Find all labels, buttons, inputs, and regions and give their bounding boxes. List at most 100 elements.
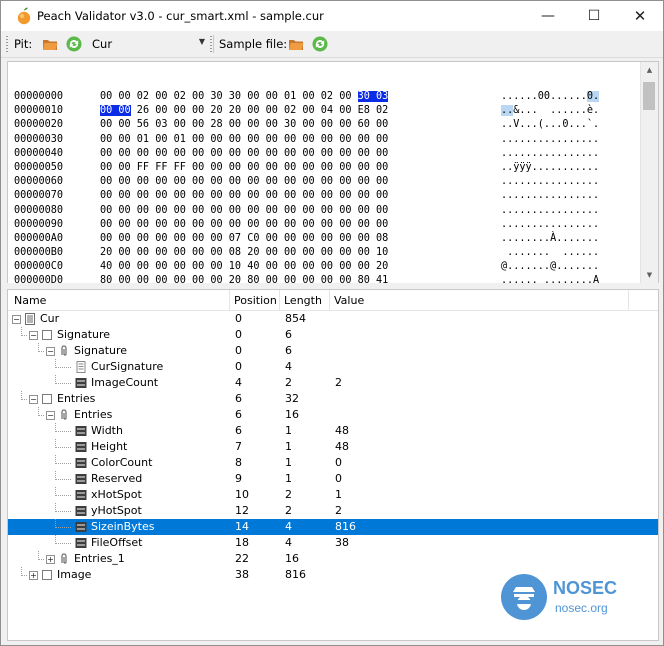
tree-row[interactable]: ImageCount 4 2 2 xyxy=(8,375,658,391)
hex-ascii[interactable]: ........À....... xyxy=(501,232,599,246)
scroll-up-icon[interactable]: ▲ xyxy=(641,62,658,79)
toolbar: Pit: Cur ▼ Sample file: xyxy=(1,31,663,58)
column-header-position[interactable]: Position xyxy=(234,294,277,307)
hex-ascii[interactable]: ................ xyxy=(501,189,599,203)
refresh-icon[interactable] xyxy=(65,35,83,53)
hex-ascii[interactable]: ..&... ......è. xyxy=(501,104,599,118)
selected-bytes: 00 00 xyxy=(100,105,131,117)
tree-row[interactable]: − Entries 6 16 xyxy=(8,407,658,423)
selected-ascii: 0. xyxy=(586,91,600,102)
tree-row[interactable]: − Entries 6 32 xyxy=(8,391,658,407)
tree-row[interactable]: ColorCount 8 1 0 xyxy=(8,455,658,471)
tree-node-value: 1 xyxy=(335,488,342,501)
collapse-icon[interactable]: − xyxy=(46,411,55,420)
tree-row[interactable]: xHotSpot 10 2 1 xyxy=(8,487,658,503)
hex-ascii[interactable]: ................ xyxy=(501,175,599,189)
folder-open-icon[interactable] xyxy=(287,35,305,53)
hex-ascii[interactable]: ................ xyxy=(501,133,599,147)
tree-row[interactable]: Reserved 9 1 0 xyxy=(8,471,658,487)
tree-node-name: Signature xyxy=(57,328,111,341)
hex-bytes[interactable]: 00 00 56 03 00 00 28 00 00 00 30 00 00 0… xyxy=(100,118,388,132)
hex-bytes[interactable]: 00 00 01 00 01 00 00 00 00 00 00 00 00 0… xyxy=(100,133,388,147)
chevron-down-icon[interactable]: ▼ xyxy=(199,37,205,46)
tree-node-position: 9 xyxy=(235,472,242,485)
selected-ascii: .. xyxy=(501,105,514,117)
selected-bytes: 30 03 xyxy=(357,91,389,102)
tree-row[interactable]: Height 7 1 48 xyxy=(8,439,658,455)
refresh-icon[interactable] xyxy=(311,35,329,53)
tree-node-position: 14 xyxy=(235,520,249,533)
column-header-name[interactable]: Name xyxy=(14,294,46,307)
hex-offset: 000000B0 xyxy=(14,247,64,259)
tree-row[interactable]: − Signature 0 6 xyxy=(8,343,658,359)
tree-row[interactable]: SizeinBytes 14 4 816 xyxy=(8,519,658,535)
tree-row[interactable]: − Signature 0 6 xyxy=(8,327,658,343)
tree-node-value: 38 xyxy=(335,536,349,549)
hex-bytes[interactable]: 00 00 00 00 00 00 00 07 C0 00 00 00 00 0… xyxy=(100,232,388,246)
number-icon xyxy=(75,377,87,389)
tree-node-position: 6 xyxy=(235,392,242,405)
tree-node-name: Reserved xyxy=(91,472,143,485)
tree-connector xyxy=(38,551,39,560)
expand-icon[interactable]: + xyxy=(29,571,38,580)
hex-ascii[interactable]: ................ xyxy=(501,218,599,232)
hex-bytes[interactable]: 00 00 00 00 00 00 00 00 00 00 00 00 00 0… xyxy=(100,189,388,203)
collapse-icon[interactable]: − xyxy=(12,315,21,324)
hex-bytes[interactable]: 40 00 00 00 00 00 00 10 40 00 00 00 00 0… xyxy=(100,260,388,274)
tree-row[interactable]: yHotSpot 12 2 2 xyxy=(8,503,658,519)
hex-byte-group: 00 00 00 00 00 00 00 07 C0 00 00 00 00 0… xyxy=(100,232,389,244)
hex-bytes[interactable]: 00 00 02 00 02 00 30 30 00 00 01 00 02 0… xyxy=(100,90,389,104)
tree-node-length: 6 xyxy=(285,328,292,341)
paperclip-icon xyxy=(58,409,70,421)
tree-connector xyxy=(55,375,56,384)
data-tree-view[interactable]: Name Position Length Value − Cur 0 854− Sign… xyxy=(7,289,659,641)
column-divider[interactable] xyxy=(329,290,330,310)
hex-ascii[interactable]: ..V...(...0...`. xyxy=(501,118,599,132)
hex-ascii[interactable]: ................ xyxy=(501,204,599,218)
tree-row[interactable]: FileOffset 18 4 38 xyxy=(8,535,658,551)
tree-row[interactable]: − Cur 0 854 xyxy=(8,311,658,327)
hex-scrollbar[interactable]: ▲ ▼ xyxy=(640,62,658,284)
collapse-icon[interactable]: − xyxy=(29,395,38,404)
toolbar-grip[interactable] xyxy=(210,36,212,52)
minimize-button[interactable]: — xyxy=(525,1,571,31)
collapse-icon[interactable]: − xyxy=(29,331,38,340)
tree-node-length: 816 xyxy=(285,568,306,581)
hex-view[interactable]: 00000000 00 00 02 00 02 00 30 30 00 00 01… xyxy=(7,61,659,285)
hex-ascii[interactable]: ....... ...... xyxy=(501,246,599,260)
hex-bytes[interactable]: 00 00 00 00 00 00 00 00 00 00 00 00 00 0… xyxy=(100,147,388,161)
hex-ascii[interactable]: @.......@....... xyxy=(501,260,599,274)
folder-open-icon[interactable] xyxy=(41,35,59,53)
column-divider[interactable] xyxy=(229,290,230,310)
hex-ascii[interactable]: ..ÿÿÿ........... xyxy=(501,161,599,175)
ascii-group: ................ xyxy=(501,176,600,188)
hex-ascii[interactable]: ......00......0. xyxy=(501,90,600,104)
tree-node-position: 7 xyxy=(235,440,242,453)
column-divider[interactable] xyxy=(279,290,280,310)
hex-bytes[interactable]: 00 00 26 00 00 00 20 20 00 00 02 00 04 0… xyxy=(100,104,388,118)
column-header-length[interactable]: Length xyxy=(284,294,322,307)
text-file-icon xyxy=(75,361,87,373)
expand-icon[interactable]: + xyxy=(46,555,55,564)
hex-bytes[interactable]: 20 00 00 00 00 00 00 08 20 00 00 00 00 0… xyxy=(100,246,388,260)
collapse-icon[interactable]: − xyxy=(46,347,55,356)
hex-bytes[interactable]: 00 00 FF FF FF 00 00 00 00 00 00 00 00 0… xyxy=(100,161,388,175)
column-divider[interactable] xyxy=(628,290,629,310)
tree-row[interactable]: + Entries_1 22 16 xyxy=(8,551,658,567)
scroll-thumb[interactable] xyxy=(643,82,655,110)
hex-bytes[interactable]: 00 00 00 00 00 00 00 00 00 00 00 00 00 0… xyxy=(100,175,388,189)
maximize-button[interactable]: ☐ xyxy=(571,1,617,31)
tree-connector xyxy=(55,455,56,464)
tree-row[interactable]: Width 6 1 48 xyxy=(8,423,658,439)
tree-node-position: 10 xyxy=(235,488,249,501)
pit-select[interactable]: Cur ▼ xyxy=(87,34,209,54)
hex-ascii[interactable]: ................ xyxy=(501,147,599,161)
tree-row[interactable]: CurSignature 0 4 xyxy=(8,359,658,375)
tree-connector xyxy=(55,439,56,448)
scroll-down-icon[interactable]: ▼ xyxy=(641,267,658,284)
toolbar-grip[interactable] xyxy=(6,36,8,52)
hex-bytes[interactable]: 00 00 00 00 00 00 00 00 00 00 00 00 00 0… xyxy=(100,204,388,218)
close-button[interactable]: ✕ xyxy=(617,1,663,31)
hex-bytes[interactable]: 00 00 00 00 00 00 00 00 00 00 00 00 00 0… xyxy=(100,218,388,232)
column-header-value[interactable]: Value xyxy=(334,294,364,307)
